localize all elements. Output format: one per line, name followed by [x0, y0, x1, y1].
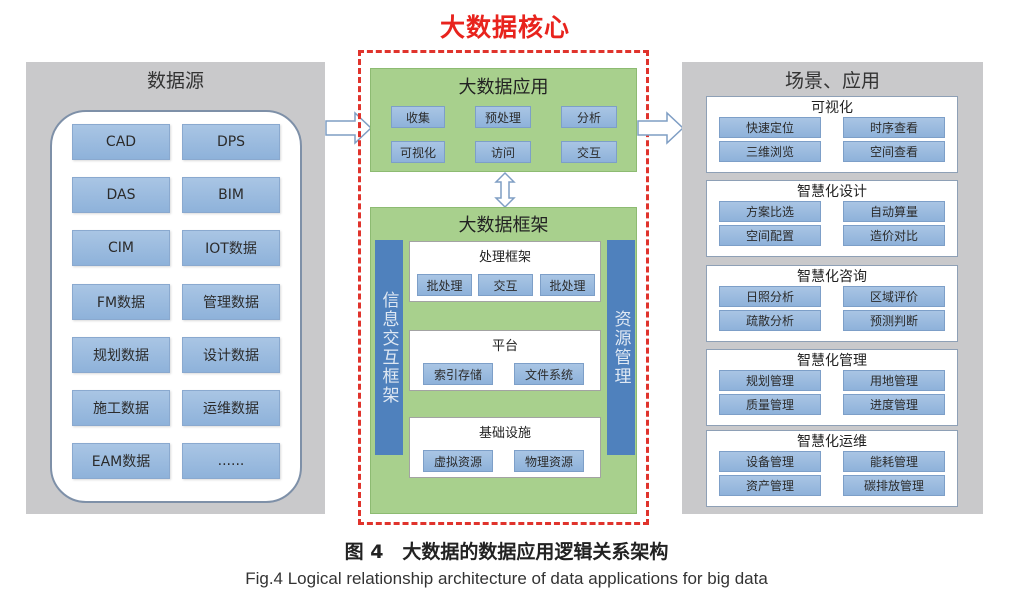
- scenario-group-smart-consulting: 智慧化咨询 日照分析 区域评价疏散分析 预测判断: [706, 265, 958, 342]
- scenario-item: 造价对比: [843, 225, 945, 246]
- scenario-group-smart-management: 智慧化管理 规划管理 用地管理质量管理 进度管理: [706, 349, 958, 426]
- framework-title: 大数据框架: [458, 215, 549, 236]
- source-item: 运维数据: [182, 390, 280, 426]
- infrastructure-item: 虚拟资源: [423, 450, 493, 472]
- scenario-group-title: 可视化: [811, 100, 853, 116]
- source-item: CIM: [72, 230, 170, 266]
- data-source-title: 数据源: [146, 70, 204, 92]
- platform-item: 文件系统: [514, 363, 584, 385]
- scenario-group-title: 智慧化设计: [797, 184, 867, 200]
- infrastructure-box: 基础设施 虚拟资源 物理资源: [409, 417, 601, 478]
- scenario-title: 场景、应用: [784, 70, 880, 92]
- scenario-item: 疏散分析: [719, 310, 821, 331]
- scenario-group-visualization: 可视化 快速定位 时序查看三维浏览 空间查看: [706, 96, 958, 173]
- source-item: BIM: [182, 177, 280, 213]
- scenario-item: 质量管理: [719, 394, 821, 415]
- application-item: 收集: [391, 106, 445, 128]
- source-item: DAS: [72, 177, 170, 213]
- application-item: 可视化: [391, 141, 445, 163]
- source-item: EAM数据: [72, 443, 170, 479]
- processing-item: 批处理: [540, 274, 595, 296]
- processing-framework-box: 处理框架 批处理 交互 批处理: [409, 241, 601, 302]
- data-source-panel: 数据源 CAD DPS DAS BIM CIM IOT数据 FM数据 管理数据 …: [26, 62, 325, 514]
- application-item: 预处理: [475, 106, 531, 128]
- application-item: 交互: [561, 141, 617, 163]
- source-item: 管理数据: [182, 284, 280, 320]
- scenario-item: 时序查看: [843, 117, 945, 138]
- data-source-list: CAD DPS DAS BIM CIM IOT数据 FM数据 管理数据 规划数据…: [50, 110, 302, 503]
- scenario-item: 空间配置: [719, 225, 821, 246]
- figure-caption-english: Fig.4 Logical relationship architecture …: [245, 569, 768, 588]
- scenario-item: 方案比选: [719, 201, 821, 222]
- scenario-item: 设备管理: [719, 451, 821, 472]
- source-item: 设计数据: [182, 337, 280, 373]
- scenario-item: 预测判断: [843, 310, 945, 331]
- source-item: CAD: [72, 124, 170, 160]
- scenario-item: 碳排放管理: [843, 475, 945, 496]
- source-item: DPS: [182, 124, 280, 160]
- information-exchange-framework-bar: 信息交互框架: [375, 240, 403, 455]
- source-item: ......: [182, 443, 280, 479]
- platform-item: 索引存储: [423, 363, 493, 385]
- processing-item: 批处理: [417, 274, 472, 296]
- scenario-item: 快速定位: [719, 117, 821, 138]
- scenario-item: 用地管理: [843, 370, 945, 391]
- big-data-framework-box: 大数据框架 信息交互框架 资源管理 处理框架 批处理 交互 批处理 平台 索引存…: [370, 207, 637, 514]
- source-item: 施工数据: [72, 390, 170, 426]
- scenario-group-title: 智慧化管理: [797, 353, 867, 369]
- infrastructure-item: 物理资源: [514, 450, 584, 472]
- source-item: FM数据: [72, 284, 170, 320]
- scenario-panel: 场景、应用 可视化 快速定位 时序查看 三维浏览 空间查看 智慧化设计 方案比选 自动算量 空间…: [682, 62, 983, 514]
- scenario-item: 资产管理: [719, 475, 821, 496]
- scenario-item: 规划管理: [719, 370, 821, 391]
- application-item: 访问: [475, 141, 531, 163]
- scenario-item: 进度管理: [843, 394, 945, 415]
- scenario-item: 自动算量: [843, 201, 945, 222]
- right-arrow-icon: [637, 111, 685, 145]
- source-item: IOT数据: [182, 230, 280, 266]
- scenario-group-smart-operation: 智慧化运维 设备管理 能耗管理资产管理 碳排放管理: [706, 430, 958, 507]
- scenario-item: 空间查看: [843, 141, 945, 162]
- scenario-group-title: 智慧化运维: [797, 434, 867, 450]
- infrastructure-title: 基础设施: [478, 426, 531, 441]
- processing-item: 交互: [478, 274, 533, 296]
- platform-title: 平台: [491, 339, 518, 354]
- scenario-group-smart-design: 智慧化设计 方案比选 自动算量空间配置 造价对比: [706, 180, 958, 257]
- scenario-group-title: 智慧化咨询: [797, 269, 867, 285]
- application-title: 大数据应用: [458, 77, 549, 98]
- source-item: 规划数据: [72, 337, 170, 373]
- scenario-item: 区域评价: [843, 286, 945, 307]
- big-data-application-box: 大数据应用 收集 预处理 分析 可视化 访问 交互: [370, 68, 637, 172]
- scenario-item: 能耗管理: [843, 451, 945, 472]
- processing-framework-title: 处理框架: [478, 250, 531, 265]
- scenario-item: 三维浏览: [719, 141, 821, 162]
- figure-caption-chinese: 图 4 大数据的数据应用逻辑关系架构: [344, 541, 669, 563]
- platform-box: 平台 索引存储 文件系统: [409, 330, 601, 391]
- application-item: 分析: [561, 106, 617, 128]
- bidirectional-arrow-icon: [494, 171, 516, 209]
- core-title: 大数据核心: [439, 13, 570, 42]
- scenario-item: 日照分析: [719, 286, 821, 307]
- resource-management-bar: 资源管理: [607, 240, 635, 455]
